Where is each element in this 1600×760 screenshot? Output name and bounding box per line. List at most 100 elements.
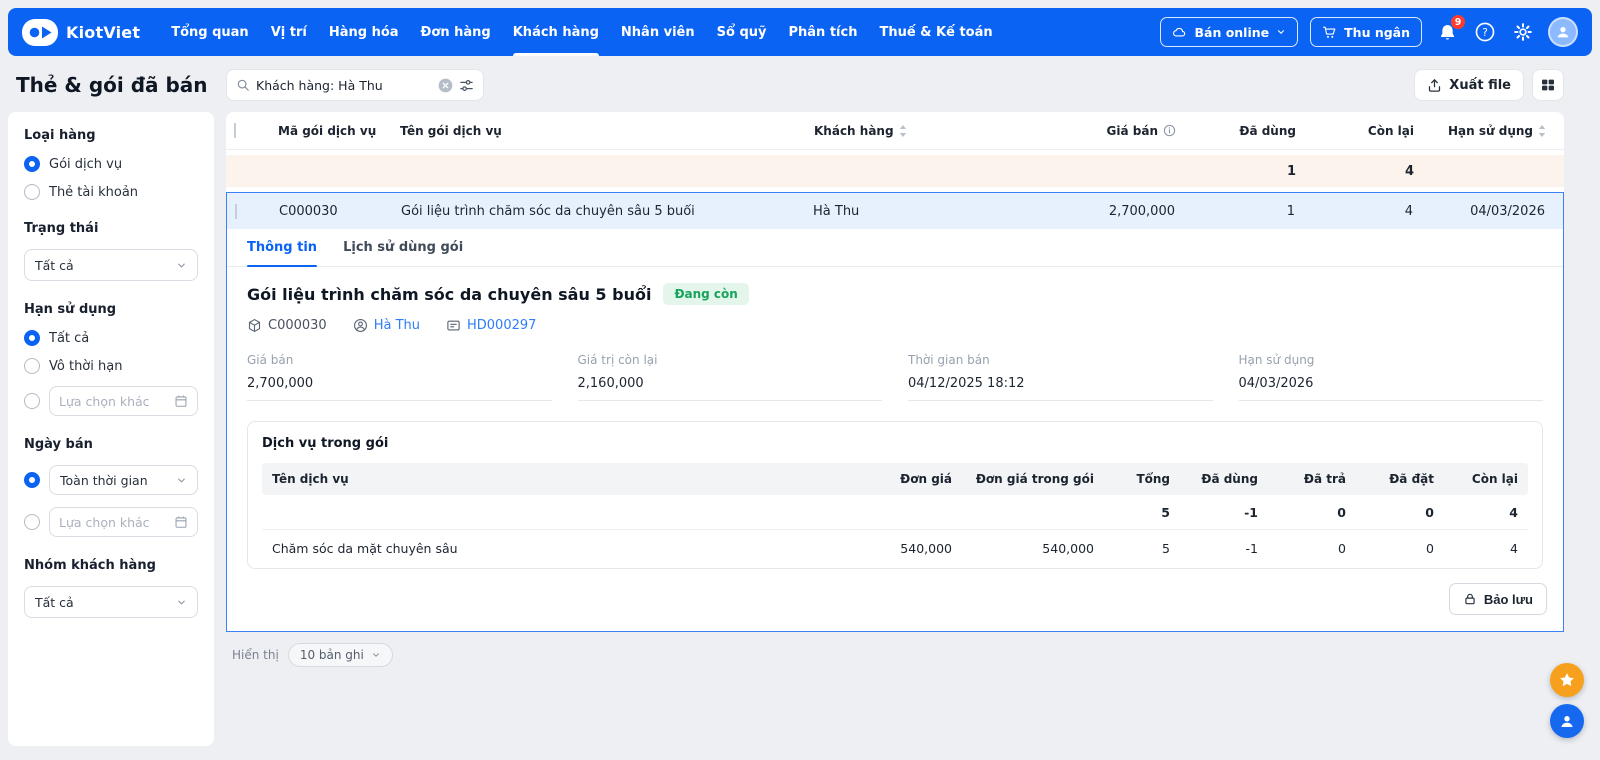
help-button[interactable]: ? — [1472, 19, 1498, 45]
filter-title: Loại hàng — [24, 128, 96, 143]
thu-ngan-button[interactable]: Thu ngân — [1310, 17, 1422, 47]
notifications-button[interactable]: 9 — [1434, 14, 1466, 45]
thu-ngan-label: Thu ngân — [1344, 24, 1410, 40]
invoice-link[interactable]: HD000297 — [446, 318, 536, 333]
svc-col-da-tra: Đã trả — [1303, 472, 1346, 486]
nav-don-hang[interactable]: Đơn hàng — [410, 8, 502, 56]
radio-label: Gói dịch vụ — [49, 156, 123, 172]
nhom-khach-hang-select[interactable]: Tất cả — [24, 586, 198, 618]
svc-col-da-dung: Đã dùng — [1201, 472, 1258, 486]
clear-search-button[interactable] — [438, 78, 453, 93]
user-avatar[interactable] — [1548, 17, 1578, 47]
brand-name: KiotViet — [66, 22, 141, 42]
field-gia-ban: Giá bán 2,700,000 — [247, 353, 552, 401]
trang-thai-select[interactable]: Tất cả — [24, 249, 198, 281]
info-icon[interactable] — [1163, 124, 1176, 137]
notification-badge: 9 — [1450, 14, 1466, 30]
col-con-lai: Còn lại — [1367, 123, 1414, 138]
filter-nhom-khach-hang: Nhóm khách hàng Tất cả — [24, 558, 198, 618]
ngay-ban-select[interactable]: Toàn thời gian — [49, 465, 198, 495]
package-row-selected[interactable]: C000030 Gói liệu trình chăm sóc da chuyê… — [227, 193, 1563, 229]
invoice-code: HD000297 — [467, 318, 537, 333]
layout-toggle-button[interactable] — [1532, 69, 1564, 101]
svc-unit-price: 540,000 — [900, 540, 952, 556]
row-price: 2,700,000 — [1108, 203, 1175, 219]
svc-col-ten: Tên dịch vụ — [272, 472, 349, 486]
radio-icon — [24, 514, 40, 530]
radio-toan-thoi-gian[interactable]: Toàn thời gian — [24, 465, 198, 495]
filter-title: Ngày bán — [24, 437, 93, 452]
ngay-ban-date-picker[interactable]: Lựa chọn khác — [49, 507, 198, 537]
field-label: Thời gian bán — [908, 353, 990, 367]
filter-loai-hang: Loại hàng Gói dịch vụ Thẻ tài khoản — [24, 128, 198, 200]
col-label: Hạn sử dụng — [1448, 123, 1533, 138]
grid-view-icon — [1542, 79, 1554, 91]
brand[interactable]: KiotViet — [22, 18, 141, 46]
export-file-button[interactable]: Xuất file — [1414, 69, 1524, 101]
nav-thue-ke-toan[interactable]: Thuế & Kế toán — [868, 8, 1003, 56]
export-icon — [1429, 78, 1441, 92]
page-title: Thẻ & gói đã bán — [16, 73, 208, 97]
svc-name: Chăm sóc da mặt chuyên sâu — [272, 540, 458, 556]
filter-sliders-icon[interactable] — [459, 78, 474, 93]
radio-icon — [24, 156, 40, 172]
svc-sum-da-dat: 0 — [1425, 504, 1434, 520]
bao-luu-label: Bảo lưu — [1483, 591, 1533, 607]
tab-lich-su-dung-goi[interactable]: Lịch sử dùng gói — [343, 229, 463, 266]
col-han-su-dung[interactable]: Hạn sử dụng — [1422, 124, 1564, 138]
nav-so-quy[interactable]: Sổ quỹ — [706, 8, 778, 56]
radio-nb-lua-chon-khac[interactable]: Lựa chọn khác — [24, 507, 198, 537]
tab-thong-tin[interactable]: Thông tin — [247, 229, 318, 267]
person-icon — [353, 319, 367, 332]
settings-button[interactable] — [1510, 19, 1536, 45]
radio-the-tai-khoan[interactable]: Thẻ tài khoản — [24, 184, 198, 200]
table-summary-row: 1 4 — [226, 155, 1564, 187]
radio-goi-dich-vu[interactable]: Gói dịch vụ — [24, 156, 198, 172]
row-checkbox[interactable] — [235, 203, 237, 219]
rewards-fab[interactable] — [1550, 663, 1584, 697]
col-khach-hang[interactable]: Khách hàng — [806, 124, 1032, 138]
user-icon — [1557, 27, 1569, 38]
field-value: 04/03/2026 — [1238, 376, 1543, 401]
chevron-down-icon — [372, 653, 379, 657]
close-icon — [438, 78, 453, 92]
nav-khach-hang[interactable]: Khách hàng — [502, 8, 610, 56]
col-da-dung: Đã dùng — [1239, 123, 1296, 138]
field-label: Hạn sử dụng — [1238, 353, 1315, 367]
page-header-actions: Xuất file — [1414, 69, 1564, 101]
filter-title: Hạn sử dụng — [24, 302, 117, 317]
select-value: Tất cả — [35, 257, 74, 273]
radio-icon — [24, 330, 40, 346]
customer-link[interactable]: Hà Thu — [353, 318, 420, 333]
radio-vo-thoi-han[interactable]: Vô thời hạn — [24, 358, 198, 374]
date-placeholder: Lựa chọn khác — [59, 393, 150, 409]
filter-han-su-dung: Hạn sử dụng Tất cả Vô thời hạn Lựa chọn … — [24, 302, 198, 416]
status-badge: Đang còn — [663, 283, 749, 305]
nav-tong-quan[interactable]: Tổng quan — [160, 8, 259, 56]
package-icon — [248, 319, 261, 332]
svc-sum-tong: 5 — [1161, 504, 1170, 520]
nav-vi-tri[interactable]: Vị trí — [260, 8, 318, 56]
col-label: Giá bán — [1106, 123, 1158, 138]
hsd-date-picker[interactable]: Lựa chọn khác — [49, 386, 198, 416]
ban-online-label: Bán online — [1194, 24, 1270, 40]
svc-col-tong: Tổng — [1136, 472, 1170, 486]
nav-phan-tich[interactable]: Phân tích — [777, 8, 868, 56]
floating-buttons — [1550, 663, 1584, 738]
select-all-checkbox[interactable] — [234, 123, 236, 138]
sort-icon — [899, 124, 906, 137]
radio-hsd-lua-chon-khac[interactable]: Lựa chọn khác — [24, 386, 198, 416]
nav-nhan-vien[interactable]: Nhân viên — [610, 8, 706, 56]
detail-actions: Bảo lưu — [227, 569, 1563, 631]
ban-online-button[interactable]: Bán online — [1160, 17, 1299, 47]
page-size-select[interactable]: 10 bản ghi — [287, 643, 393, 667]
search-input[interactable] — [256, 77, 432, 93]
radio-hsd-tat-ca[interactable]: Tất cả — [24, 330, 198, 346]
support-fab[interactable] — [1550, 704, 1584, 738]
summary-con-lai: 4 — [1404, 163, 1414, 179]
nav-hang-hoa[interactable]: Hàng hóa — [318, 8, 410, 56]
svc-col-don-gia-goi: Đơn giá trong gói — [975, 472, 1094, 486]
service-row[interactable]: Chăm sóc da mặt chuyên sâu 540,000 540,0… — [262, 530, 1528, 566]
bao-luu-button[interactable]: Bảo lưu — [1448, 583, 1547, 615]
search-box[interactable] — [226, 69, 484, 101]
